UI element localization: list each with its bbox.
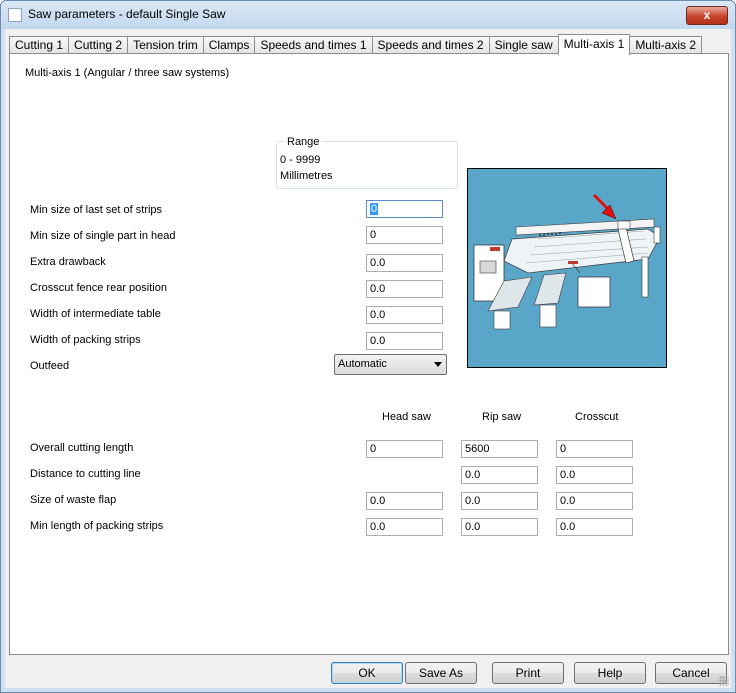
extra-drawback-input[interactable]: 0.0 [366, 254, 443, 272]
close-button[interactable]: x [686, 6, 728, 25]
label-width-packing-strips: Width of packing strips [30, 334, 141, 346]
range-title: Range [284, 136, 323, 148]
width-packing-strips-input[interactable]: 0.0 [366, 332, 443, 350]
min-length-packing-crosscut-input[interactable]: 0.0 [556, 518, 633, 536]
panel-heading: Multi-axis 1 (Angular / three saw system… [25, 67, 230, 79]
overall-cutting-length-head-input[interactable]: 0 [366, 440, 443, 458]
dialog-client-area: Cutting 1 Cutting 2 Tension trim Clamps … [5, 29, 731, 688]
waste-flap-crosscut-input[interactable]: 0.0 [556, 492, 633, 510]
distance-cutting-line-rip-input[interactable]: 0.0 [461, 466, 538, 484]
width-intermediate-table-input[interactable]: 0.0 [366, 306, 443, 324]
column-header-rip-saw: Rip saw [482, 411, 522, 423]
distance-cutting-line-crosscut-input[interactable]: 0.0 [556, 466, 633, 484]
range-units: Millimetres [280, 170, 333, 182]
chevron-down-icon [434, 362, 442, 367]
tab-speeds-and-times-2[interactable]: Speeds and times 2 [371, 36, 490, 54]
saw-machine-illustration [468, 169, 666, 367]
waste-flap-rip-input[interactable]: 0.0 [461, 492, 538, 510]
tab-tension-trim[interactable]: Tension trim [127, 36, 204, 54]
label-crosscut-fence-rear: Crosscut fence rear position [30, 282, 167, 294]
help-button[interactable]: Help [574, 662, 646, 684]
cancel-button[interactable]: Cancel [655, 662, 727, 684]
label-extra-drawback: Extra drawback [30, 256, 106, 268]
saw-machine-image [467, 168, 667, 368]
label-overall-cutting-length: Overall cutting length [30, 442, 134, 454]
tab-cutting-1[interactable]: Cutting 1 [9, 36, 70, 54]
tab-single-saw[interactable]: Single saw [488, 36, 559, 54]
label-min-length-packing-strips: Min length of packing strips [30, 520, 164, 532]
tab-multi-axis-1[interactable]: Multi-axis 1 [557, 34, 631, 55]
app-icon [8, 8, 22, 22]
label-distance-to-cutting-line: Distance to cutting line [30, 468, 141, 480]
label-min-size-last-strips: Min size of last set of strips [30, 204, 163, 216]
tab-speeds-and-times-1[interactable]: Speeds and times 1 [254, 36, 373, 54]
label-outfeed: Outfeed [30, 360, 70, 372]
column-header-head-saw: Head saw [382, 411, 431, 423]
selected-text: 0 [370, 203, 379, 215]
title-bar[interactable]: Saw parameters - default Single Saw x [1, 1, 735, 29]
dialog-window: Saw parameters - default Single Saw x Cu… [0, 0, 736, 693]
min-length-packing-head-input[interactable]: 0.0 [366, 518, 443, 536]
tab-strip: Cutting 1 Cutting 2 Tension trim Clamps … [9, 34, 702, 55]
crosscut-fence-rear-input[interactable]: 0.0 [366, 280, 443, 298]
tab-multi-axis-2[interactable]: Multi-axis 2 [629, 36, 702, 54]
tab-clamps[interactable]: Clamps [202, 36, 256, 54]
tab-cutting-2[interactable]: Cutting 2 [68, 36, 129, 54]
save-as-button[interactable]: Save As [405, 662, 477, 684]
tab-panel: Multi-axis 1 (Angular / three saw system… [9, 53, 729, 655]
label-min-size-single-part: Min size of single part in head [30, 230, 176, 242]
label-size-of-waste-flap: Size of waste flap [30, 494, 117, 506]
range-groupbox: Range 0 - 9999 Millimetres [276, 136, 458, 189]
range-values: 0 - 9999 [280, 154, 321, 166]
resize-grip[interactable] [719, 676, 729, 686]
ok-button[interactable]: OK [331, 662, 403, 684]
overall-cutting-length-crosscut-input[interactable]: 0 [556, 440, 633, 458]
min-length-packing-rip-input[interactable]: 0.0 [461, 518, 538, 536]
column-header-crosscut: Crosscut [575, 411, 619, 423]
label-width-intermediate-table: Width of intermediate table [30, 308, 161, 320]
waste-flap-head-input[interactable]: 0.0 [366, 492, 443, 510]
overall-cutting-length-rip-input[interactable]: 5600 [461, 440, 538, 458]
outfeed-select[interactable]: Automatic [334, 354, 447, 375]
print-button[interactable]: Print [492, 662, 564, 684]
window-title: Saw parameters - default Single Saw [28, 7, 226, 21]
outfeed-selected-value: Automatic [338, 358, 387, 370]
min-size-last-strips-input[interactable]: 0 [366, 200, 443, 218]
min-size-single-part-input[interactable]: 0 [366, 226, 443, 244]
